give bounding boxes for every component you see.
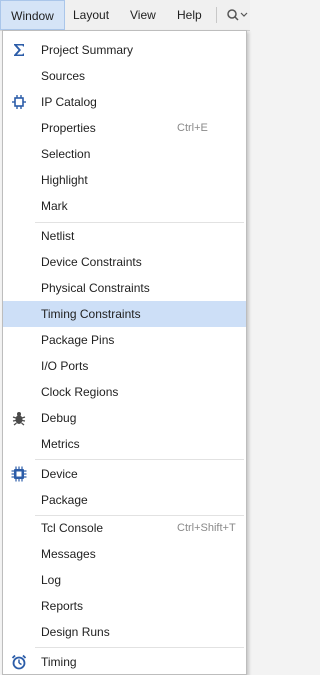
menu-item-properties[interactable]: Properties Ctrl+E <box>3 115 246 141</box>
device-chip-icon <box>11 466 27 482</box>
menu-item-project-summary[interactable]: Project Summary <box>3 37 246 63</box>
bug-icon <box>11 410 27 426</box>
ip-chip-icon <box>11 94 27 110</box>
menu-bar-divider <box>216 7 217 23</box>
menu-item-netlist[interactable]: Netlist <box>3 223 246 249</box>
menu-item-design-runs[interactable]: Design Runs <box>3 619 246 645</box>
menu-item-ip-catalog[interactable]: IP Catalog <box>3 89 246 115</box>
menu-bar: Window Layout View Help <box>0 0 250 31</box>
menu-window[interactable]: Window <box>0 0 65 30</box>
menu-item-device[interactable]: Device <box>3 461 246 487</box>
menu-item-highlight[interactable]: Highlight <box>3 167 246 193</box>
menu-item-clock-regions[interactable]: Clock Regions <box>3 379 246 405</box>
menu-item-log[interactable]: Log <box>3 567 246 593</box>
menu-item-io-ports[interactable]: I/O Ports <box>3 353 246 379</box>
menu-item-selection[interactable]: Selection <box>3 141 246 167</box>
sigma-icon <box>11 42 27 58</box>
menu-item-tcl-console[interactable]: Tcl Console Ctrl+Shift+T <box>3 515 246 541</box>
menu-item-timing[interactable]: Timing <box>3 649 246 675</box>
window-menu-dropdown: Project Summary Sources IP Catalog Prope… <box>2 30 247 675</box>
menu-item-debug[interactable]: Debug <box>3 405 246 431</box>
menu-separator <box>35 459 244 460</box>
menu-item-physical-constraints[interactable]: Physical Constraints <box>3 275 246 301</box>
menu-item-sources[interactable]: Sources <box>3 63 246 89</box>
search-icon[interactable] <box>226 8 250 22</box>
menu-item-package[interactable]: Package <box>3 487 246 513</box>
menu-item-reports[interactable]: Reports <box>3 593 246 619</box>
menu-view[interactable]: View <box>130 7 156 23</box>
menu-item-messages[interactable]: Messages <box>3 541 246 567</box>
menu-item-metrics[interactable]: Metrics <box>3 431 246 457</box>
menu-layout[interactable]: Layout <box>73 7 109 23</box>
menu-item-package-pins[interactable]: Package Pins <box>3 327 246 353</box>
alarm-clock-icon <box>11 654 27 670</box>
menu-item-mark[interactable]: Mark <box>3 193 246 219</box>
menu-help[interactable]: Help <box>177 7 202 23</box>
menu-item-timing-constraints[interactable]: Timing Constraints <box>3 301 246 327</box>
menu-separator <box>35 647 244 648</box>
menu-item-device-constraints[interactable]: Device Constraints <box>3 249 246 275</box>
